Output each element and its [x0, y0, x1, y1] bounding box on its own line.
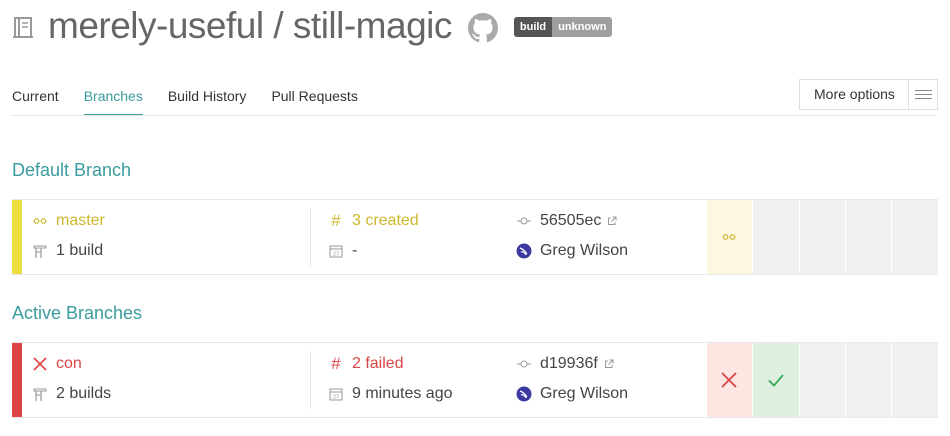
active-branch-row[interactable]: con 2 builds # 2 failed 27 9 minutes ago	[12, 342, 938, 418]
build-number-link[interactable]: 2 failed	[352, 355, 404, 373]
commit-sha-link[interactable]: d19936f	[540, 355, 598, 373]
tab-current[interactable]: Current	[12, 80, 59, 116]
active-branches-heading: Active Branches	[12, 303, 143, 323]
commit-icon	[516, 217, 531, 225]
repo-tabs: Current Branches Build History Pull Requ…	[12, 80, 383, 116]
more-options-button[interactable]: More options	[799, 79, 938, 110]
build-date: 9 minutes ago	[351, 385, 453, 402]
external-link-icon[interactable]	[604, 359, 614, 369]
build-history-cell-empty	[798, 343, 845, 417]
failed-status-icon	[721, 372, 738, 388]
hamburger-icon[interactable]	[908, 80, 937, 109]
branch-name-link[interactable]: master	[56, 212, 105, 230]
status-stripe	[12, 343, 22, 417]
tabs-divider	[12, 115, 937, 116]
build-history-cell-passed[interactable]	[751, 343, 799, 417]
build-history-cell-empty	[751, 200, 799, 274]
created-status-icon	[723, 234, 736, 240]
commit-icon	[516, 360, 531, 368]
svg-text:27: 27	[333, 252, 339, 258]
github-icon[interactable]	[467, 13, 498, 43]
build-history-cell-failed[interactable]	[705, 343, 752, 417]
default-branch-heading: Default Branch	[12, 160, 132, 180]
hash-icon: #	[331, 354, 341, 373]
default-branch-row[interactable]: master 1 build # 3 created 27 - 56505ec …	[12, 199, 938, 275]
passed-status-icon	[768, 374, 784, 387]
build-count: 1 build	[55, 242, 104, 259]
repo-header: merely-useful / still-magic build unknow…	[12, 2, 613, 50]
repo-icon	[13, 17, 33, 38]
status-stripe	[12, 200, 22, 274]
external-link-icon[interactable]	[607, 216, 617, 226]
commit-author: Greg Wilson	[539, 242, 629, 259]
build-history-cell[interactable]	[705, 200, 752, 274]
tab-build-history[interactable]: Build History	[168, 80, 247, 116]
build-status-badge[interactable]: build unknown	[513, 17, 613, 37]
tab-pull-requests[interactable]: Pull Requests	[271, 80, 357, 116]
more-options-label: More options	[814, 86, 895, 102]
calendar-icon: 27	[329, 245, 343, 258]
calendar-icon: 27	[329, 388, 343, 401]
hash-icon: #	[331, 211, 341, 230]
build-count-icon	[33, 245, 47, 258]
build-number-link[interactable]: 3 created	[352, 212, 419, 230]
svg-text:27: 27	[333, 395, 339, 401]
avatar	[516, 386, 532, 402]
commit-sha-link[interactable]: 56505ec	[540, 212, 601, 230]
build-history-cell-empty	[890, 343, 938, 417]
repo-title: merely-useful / still-magic	[48, 5, 452, 46]
badge-label: build	[513, 17, 553, 37]
build-history-cell-empty	[798, 200, 845, 274]
branch-name-link[interactable]: con	[56, 355, 82, 373]
build-history-cell-empty	[844, 200, 891, 274]
build-count-icon	[33, 388, 47, 401]
build-history-cell-empty	[890, 200, 938, 274]
commit-author: Greg Wilson	[539, 385, 629, 402]
build-history-cell-empty	[844, 343, 891, 417]
avatar	[516, 243, 532, 259]
badge-value: unknown	[552, 17, 613, 37]
failed-status-icon	[33, 357, 47, 371]
build-count: 2 builds	[55, 385, 112, 402]
created-status-icon	[33, 218, 47, 224]
build-date: -	[351, 242, 358, 259]
tab-branches[interactable]: Branches	[83, 80, 143, 116]
